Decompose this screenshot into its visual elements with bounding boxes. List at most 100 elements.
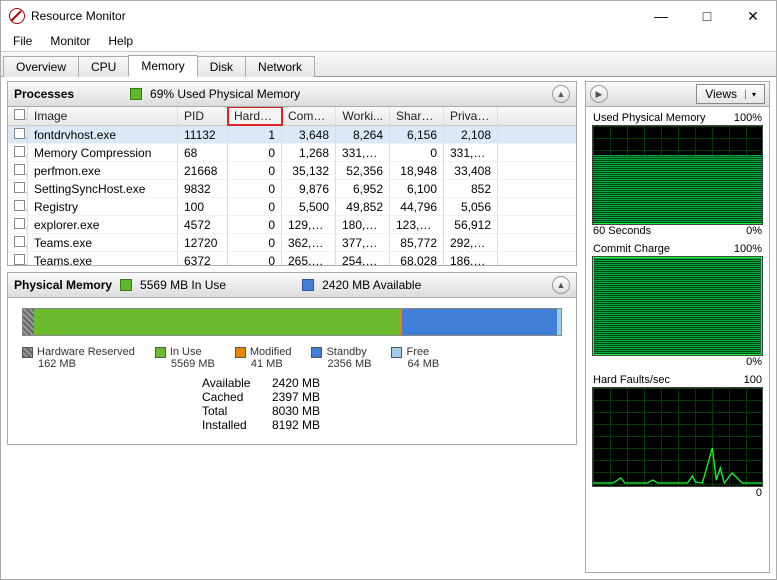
cell-hard: 0 [228,198,282,216]
right-toolbar: ▶ Views ▾ [585,81,770,107]
cell-working: 52,356 [336,162,390,180]
title-bar: Resource Monitor — □ ✕ [1,1,776,31]
row-checkbox[interactable] [14,182,25,193]
cell-pid: 21668 [178,162,228,180]
cell-image: fontdrvhost.exe [28,126,178,144]
processes-title: Processes [14,87,74,101]
menu-help[interactable]: Help [100,32,141,50]
cell-image: Teams.exe [28,234,178,252]
tab-bar: Overview CPU Memory Disk Network [1,51,776,77]
processes-panel: Processes 69% Used Physical Memory ▲ Ima… [7,81,577,266]
cell-commit: 9,876 [282,180,336,198]
used-memory-label: 69% Used Physical Memory [150,87,300,101]
memory-bar [22,308,562,336]
close-button[interactable]: ✕ [730,1,776,31]
maximize-button[interactable]: □ [684,1,730,31]
row-checkbox[interactable] [14,236,25,247]
cell-private: 56,912 [444,216,498,234]
table-row[interactable]: Registry10005,50049,85244,7965,056 [8,198,576,216]
cell-private: 186,692 [444,252,498,266]
cell-commit: 129,496 [282,216,336,234]
table-row[interactable]: perfmon.exe21668035,13252,35618,94833,40… [8,162,576,180]
tab-overview[interactable]: Overview [3,56,79,77]
col-check[interactable] [8,107,28,125]
col-shareable[interactable]: Sharea... [390,107,444,125]
col-private[interactable]: Private ... [444,107,498,125]
row-checkbox[interactable] [14,146,25,157]
menu-bar: File Monitor Help [1,31,776,51]
available-swatch [302,279,314,291]
col-image[interactable]: Image [28,107,178,125]
tab-memory[interactable]: Memory [128,55,197,77]
cell-share: 68,028 [390,252,444,266]
cell-working: 254,720 [336,252,390,266]
cell-image: Memory Compression [28,144,178,162]
processes-collapse-icon[interactable]: ▲ [552,85,570,103]
menu-monitor[interactable]: Monitor [42,32,98,50]
views-dropdown-icon[interactable]: ▾ [745,90,756,99]
table-row[interactable]: SettingSyncHost.exe983209,8766,9526,1008… [8,180,576,198]
views-button[interactable]: Views ▾ [696,84,765,104]
segment-standby [402,309,557,335]
segment-hardware-reserved [23,309,34,335]
physical-memory-panel: Physical Memory 5569 MB In Use 2420 MB A… [7,272,577,445]
resource-monitor-window: Resource Monitor — □ ✕ File Monitor Help… [0,0,777,580]
select-all-checkbox[interactable] [14,109,25,120]
cell-commit: 1,268 [282,144,336,162]
cell-share: 123,600 [390,216,444,234]
chart-upm-canvas [592,125,763,225]
cell-hard: 0 [228,252,282,266]
cell-pid: 9832 [178,180,228,198]
cell-private: 33,408 [444,162,498,180]
physical-memory-body: Hardware Reserved 162 MB In Use 5569 MB … [7,298,577,445]
menu-file[interactable]: File [5,32,40,50]
physical-memory-title: Physical Memory [14,278,112,292]
cell-commit: 5,500 [282,198,336,216]
inuse-label: 5569 MB In Use [140,278,226,292]
table-row[interactable]: explorer.exe45720129,496180,512123,60056… [8,216,576,234]
cell-hard: 1 [228,126,282,144]
processes-tbody[interactable]: fontdrvhost.exe1113213,6488,2646,1562,10… [8,126,576,265]
cell-image: SettingSyncHost.exe [28,180,178,198]
cell-hard: 0 [228,234,282,252]
row-checkbox[interactable] [14,218,25,229]
tab-network[interactable]: Network [245,56,315,77]
cell-hard: 0 [228,144,282,162]
chart-commit-canvas [592,256,763,356]
row-checkbox[interactable] [14,254,25,265]
cell-commit: 362,532 [282,234,336,252]
tab-disk[interactable]: Disk [197,56,246,77]
col-commit[interactable]: Commi... [282,107,336,125]
col-pid[interactable]: PID [178,107,228,125]
available-label: 2420 MB Available [322,278,421,292]
tab-cpu[interactable]: CPU [78,56,129,77]
segment-free [557,309,561,335]
cell-pid: 68 [178,144,228,162]
row-checkbox[interactable] [14,164,25,175]
cell-pid: 6372 [178,252,228,266]
physical-memory-header[interactable]: Physical Memory 5569 MB In Use 2420 MB A… [7,272,577,298]
cell-commit: 35,132 [282,162,336,180]
cell-share: 44,796 [390,198,444,216]
col-working[interactable]: Worki... [336,107,390,125]
chart-hf-canvas [592,387,763,487]
cell-private: 5,056 [444,198,498,216]
chart-commit-charge: Commit Charge100% 0% [592,242,763,371]
col-hard-faults[interactable]: Hard F... [228,107,282,125]
legend-hardware: Hardware Reserved 162 MB [22,346,135,370]
processes-header[interactable]: Processes 69% Used Physical Memory ▲ [7,81,577,107]
table-row[interactable]: Memory Compression6801,268331,6920331,69… [8,144,576,162]
row-checkbox[interactable] [14,128,25,139]
minimize-button[interactable]: — [638,1,684,31]
table-row[interactable]: fontdrvhost.exe1113213,6488,2646,1562,10… [8,126,576,144]
legend-inuse: In Use 5569 MB [155,346,215,370]
table-row[interactable]: Teams.exe127200362,532377,81285,772292,0… [8,234,576,252]
table-row[interactable]: Teams.exe63720265,284254,72068,028186,69… [8,252,576,265]
cell-image: Registry [28,198,178,216]
cell-share: 6,100 [390,180,444,198]
cell-working: 8,264 [336,126,390,144]
physical-memory-collapse-icon[interactable]: ▲ [552,276,570,294]
row-checkbox[interactable] [14,200,25,211]
right-expand-icon[interactable]: ▶ [590,85,608,103]
right-column: ▶ Views ▾ Used Physical Memory100% 60 Se… [585,81,770,573]
